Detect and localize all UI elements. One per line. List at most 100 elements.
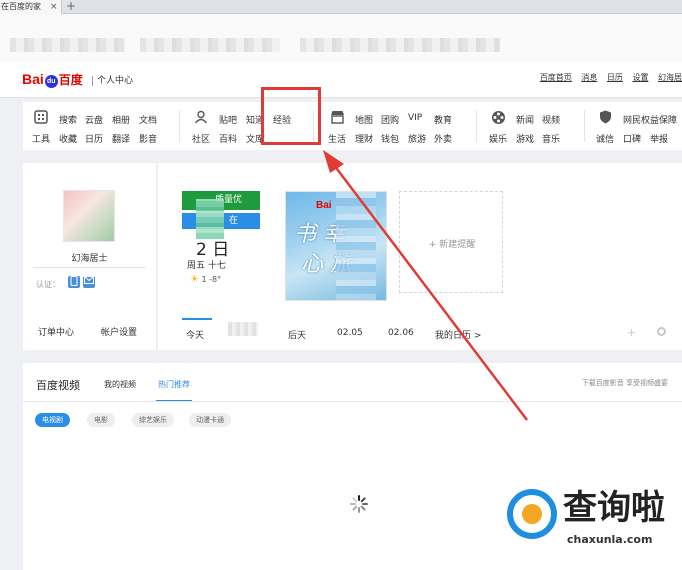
new-reminder-button[interactable]: + 新建提醒 xyxy=(399,191,503,293)
video-title: 百度视频 xyxy=(36,379,80,392)
calendar-panel: 质量优 在 2 日 周五 十七 ☀ 1 -8° Bai 书 幸 心 旅 + 新建… xyxy=(158,163,682,350)
app-calendar[interactable]: 日历 xyxy=(85,132,103,145)
app-reputation[interactable]: 口碑 xyxy=(623,132,641,145)
avatar[interactable] xyxy=(63,190,115,242)
app-entertainment[interactable]: 娱乐 xyxy=(489,132,507,145)
apps-group-rights: 网民权益保障 诚信 口碑 举报 xyxy=(596,102,682,150)
baidu-logo[interactable]: Bai du 百度 xyxy=(22,71,83,88)
user-icon xyxy=(192,110,210,128)
app-wallet[interactable]: 钱包 xyxy=(381,132,399,145)
chip-movies[interactable]: 电影 xyxy=(87,413,115,427)
tab-my-videos[interactable]: 我的视频 xyxy=(104,379,136,390)
my-calendar-link[interactable]: 我的日历 > xyxy=(435,328,481,341)
link-baidu-home[interactable]: 百度首页 xyxy=(540,73,572,82)
tab-hot-recommend[interactable]: 热门推荐 xyxy=(158,379,190,390)
verify-label: 认证： xyxy=(36,280,60,289)
app-cloud[interactable]: 云盘 xyxy=(85,113,103,126)
app-credit[interactable]: 诚信 xyxy=(596,132,614,145)
plus-icon[interactable]: + xyxy=(627,326,636,339)
page-title: 个人中心 xyxy=(92,76,133,86)
app-favorites[interactable]: 收藏 xyxy=(59,132,77,145)
temperature-value: 1 -8° xyxy=(201,275,222,284)
watermark-text: 查询啦 xyxy=(563,488,665,528)
app-rights[interactable]: 网民权益保障 xyxy=(623,113,677,126)
app-community[interactable]: 社区 xyxy=(192,132,210,145)
app-tools[interactable]: 工具 xyxy=(32,132,50,145)
app-search[interactable]: 搜索 xyxy=(59,113,77,126)
apps-group-tools: 搜索 云盘 相册 文档 工具 收藏 日历 翻译 影音 xyxy=(23,102,173,150)
account-settings-link[interactable]: 帐户设置 xyxy=(101,325,137,338)
apps-bar: 搜索 云盘 相册 文档 工具 收藏 日历 翻译 影音 贴吧 知道 经验 社区 百… xyxy=(23,102,682,150)
app-tuangou[interactable]: 团购 xyxy=(381,113,399,126)
logo-cn: 百度 xyxy=(58,73,83,87)
link-settings[interactable]: 设置 xyxy=(632,73,648,82)
close-icon[interactable]: × xyxy=(50,0,58,14)
app-travel[interactable]: 旅游 xyxy=(408,132,426,145)
order-center-link[interactable]: 订单中心 xyxy=(38,325,74,338)
magnifier-dot xyxy=(522,504,542,524)
app-media[interactable]: 影音 xyxy=(139,132,157,145)
site-watermark: 查询啦 chaxunla.com xyxy=(507,487,677,553)
blurred-region xyxy=(228,322,258,336)
calendar-tabs: 今天 后天 02.05 02.06 我的日历 > + xyxy=(158,318,682,350)
new-reminder-label: + 新建提醒 xyxy=(428,240,476,250)
divider xyxy=(33,267,146,268)
app-music[interactable]: 音乐 xyxy=(542,132,560,145)
divider xyxy=(23,401,682,402)
highlight-box xyxy=(261,87,321,145)
watermark-domain: chaxunla.com xyxy=(567,533,653,546)
chip-variety[interactable]: 综艺娱乐 xyxy=(132,413,174,427)
divider xyxy=(584,110,585,142)
film-icon xyxy=(489,110,507,128)
tab-day-after[interactable]: 后天 xyxy=(288,328,306,341)
app-docs[interactable]: 文档 xyxy=(139,113,157,126)
app-translate[interactable]: 翻译 xyxy=(112,132,130,145)
blurred-region xyxy=(336,192,376,300)
link-calendar[interactable]: 日历 xyxy=(607,73,623,82)
logo-prefix: Bai xyxy=(22,71,44,87)
email-verify-icon[interactable] xyxy=(83,276,95,288)
app-baike[interactable]: 百科 xyxy=(219,132,237,145)
app-vip[interactable]: VIP xyxy=(408,113,422,123)
app-news[interactable]: 新闻 xyxy=(516,113,534,126)
tab-0205[interactable]: 02.05 xyxy=(337,328,363,338)
app-tieba[interactable]: 贴吧 xyxy=(219,113,237,126)
app-games[interactable]: 游戏 xyxy=(516,132,534,145)
link-user[interactable]: 幻海居 xyxy=(658,73,682,82)
username[interactable]: 幻海居士 xyxy=(23,251,156,264)
profile-panel: 幻海居士 认证： 订单中心 帐户设置 xyxy=(23,163,156,350)
chip-anime[interactable]: 动漫卡通 xyxy=(189,413,231,427)
link-messages[interactable]: 消息 xyxy=(581,73,597,82)
app-report[interactable]: 举报 xyxy=(650,132,668,145)
download-player-link[interactable]: 下载百度影音 享受视频盛宴 xyxy=(582,378,668,388)
app-finance[interactable]: 理财 xyxy=(355,132,373,145)
divider xyxy=(179,110,180,142)
chip-tv-series[interactable]: 电视剧 xyxy=(35,413,70,427)
tab-today[interactable]: 今天 xyxy=(186,328,204,341)
app-album[interactable]: 相册 xyxy=(112,113,130,126)
app-takeout[interactable]: 外卖 xyxy=(434,132,452,145)
apps-group-media: 新闻 视频 娱乐 游戏 音乐 xyxy=(488,102,588,150)
weather-widget[interactable]: 质量优 在 2 日 周五 十七 ☀ 1 -8° xyxy=(182,191,260,287)
app-education[interactable]: 教育 xyxy=(434,113,452,126)
blurred-region xyxy=(300,38,500,52)
sun-icon: ☀ xyxy=(190,274,199,285)
phone-verify-icon[interactable] xyxy=(68,276,80,288)
blurred-region xyxy=(140,38,280,52)
gear-icon[interactable] xyxy=(656,326,667,340)
tab-0206[interactable]: 02.06 xyxy=(388,328,414,338)
card-brand: Bai xyxy=(316,200,332,211)
reminder-card[interactable]: Bai 书 幸 心 旅 xyxy=(285,191,387,301)
top-links: 百度首页 消息 日历 设置 幻海居 xyxy=(533,72,682,83)
browser-tab-title: 在百度的家 xyxy=(1,2,41,11)
app-map[interactable]: 地图 xyxy=(355,113,373,126)
blurred-region xyxy=(10,38,125,52)
app-life[interactable]: 生活 xyxy=(328,132,346,145)
weekday-label: 周五 十七 xyxy=(187,261,226,271)
magnifier-icon xyxy=(507,489,557,539)
app-video[interactable]: 视频 xyxy=(542,113,560,126)
browser-tab[interactable]: 在百度的家 × xyxy=(0,0,62,14)
apps-group-life: 地图 团购 VIP 教育 生活 理财 钱包 旅游 外卖 xyxy=(328,102,488,150)
date-number: 2 日 xyxy=(196,240,230,260)
new-tab-icon[interactable]: + xyxy=(66,0,76,13)
